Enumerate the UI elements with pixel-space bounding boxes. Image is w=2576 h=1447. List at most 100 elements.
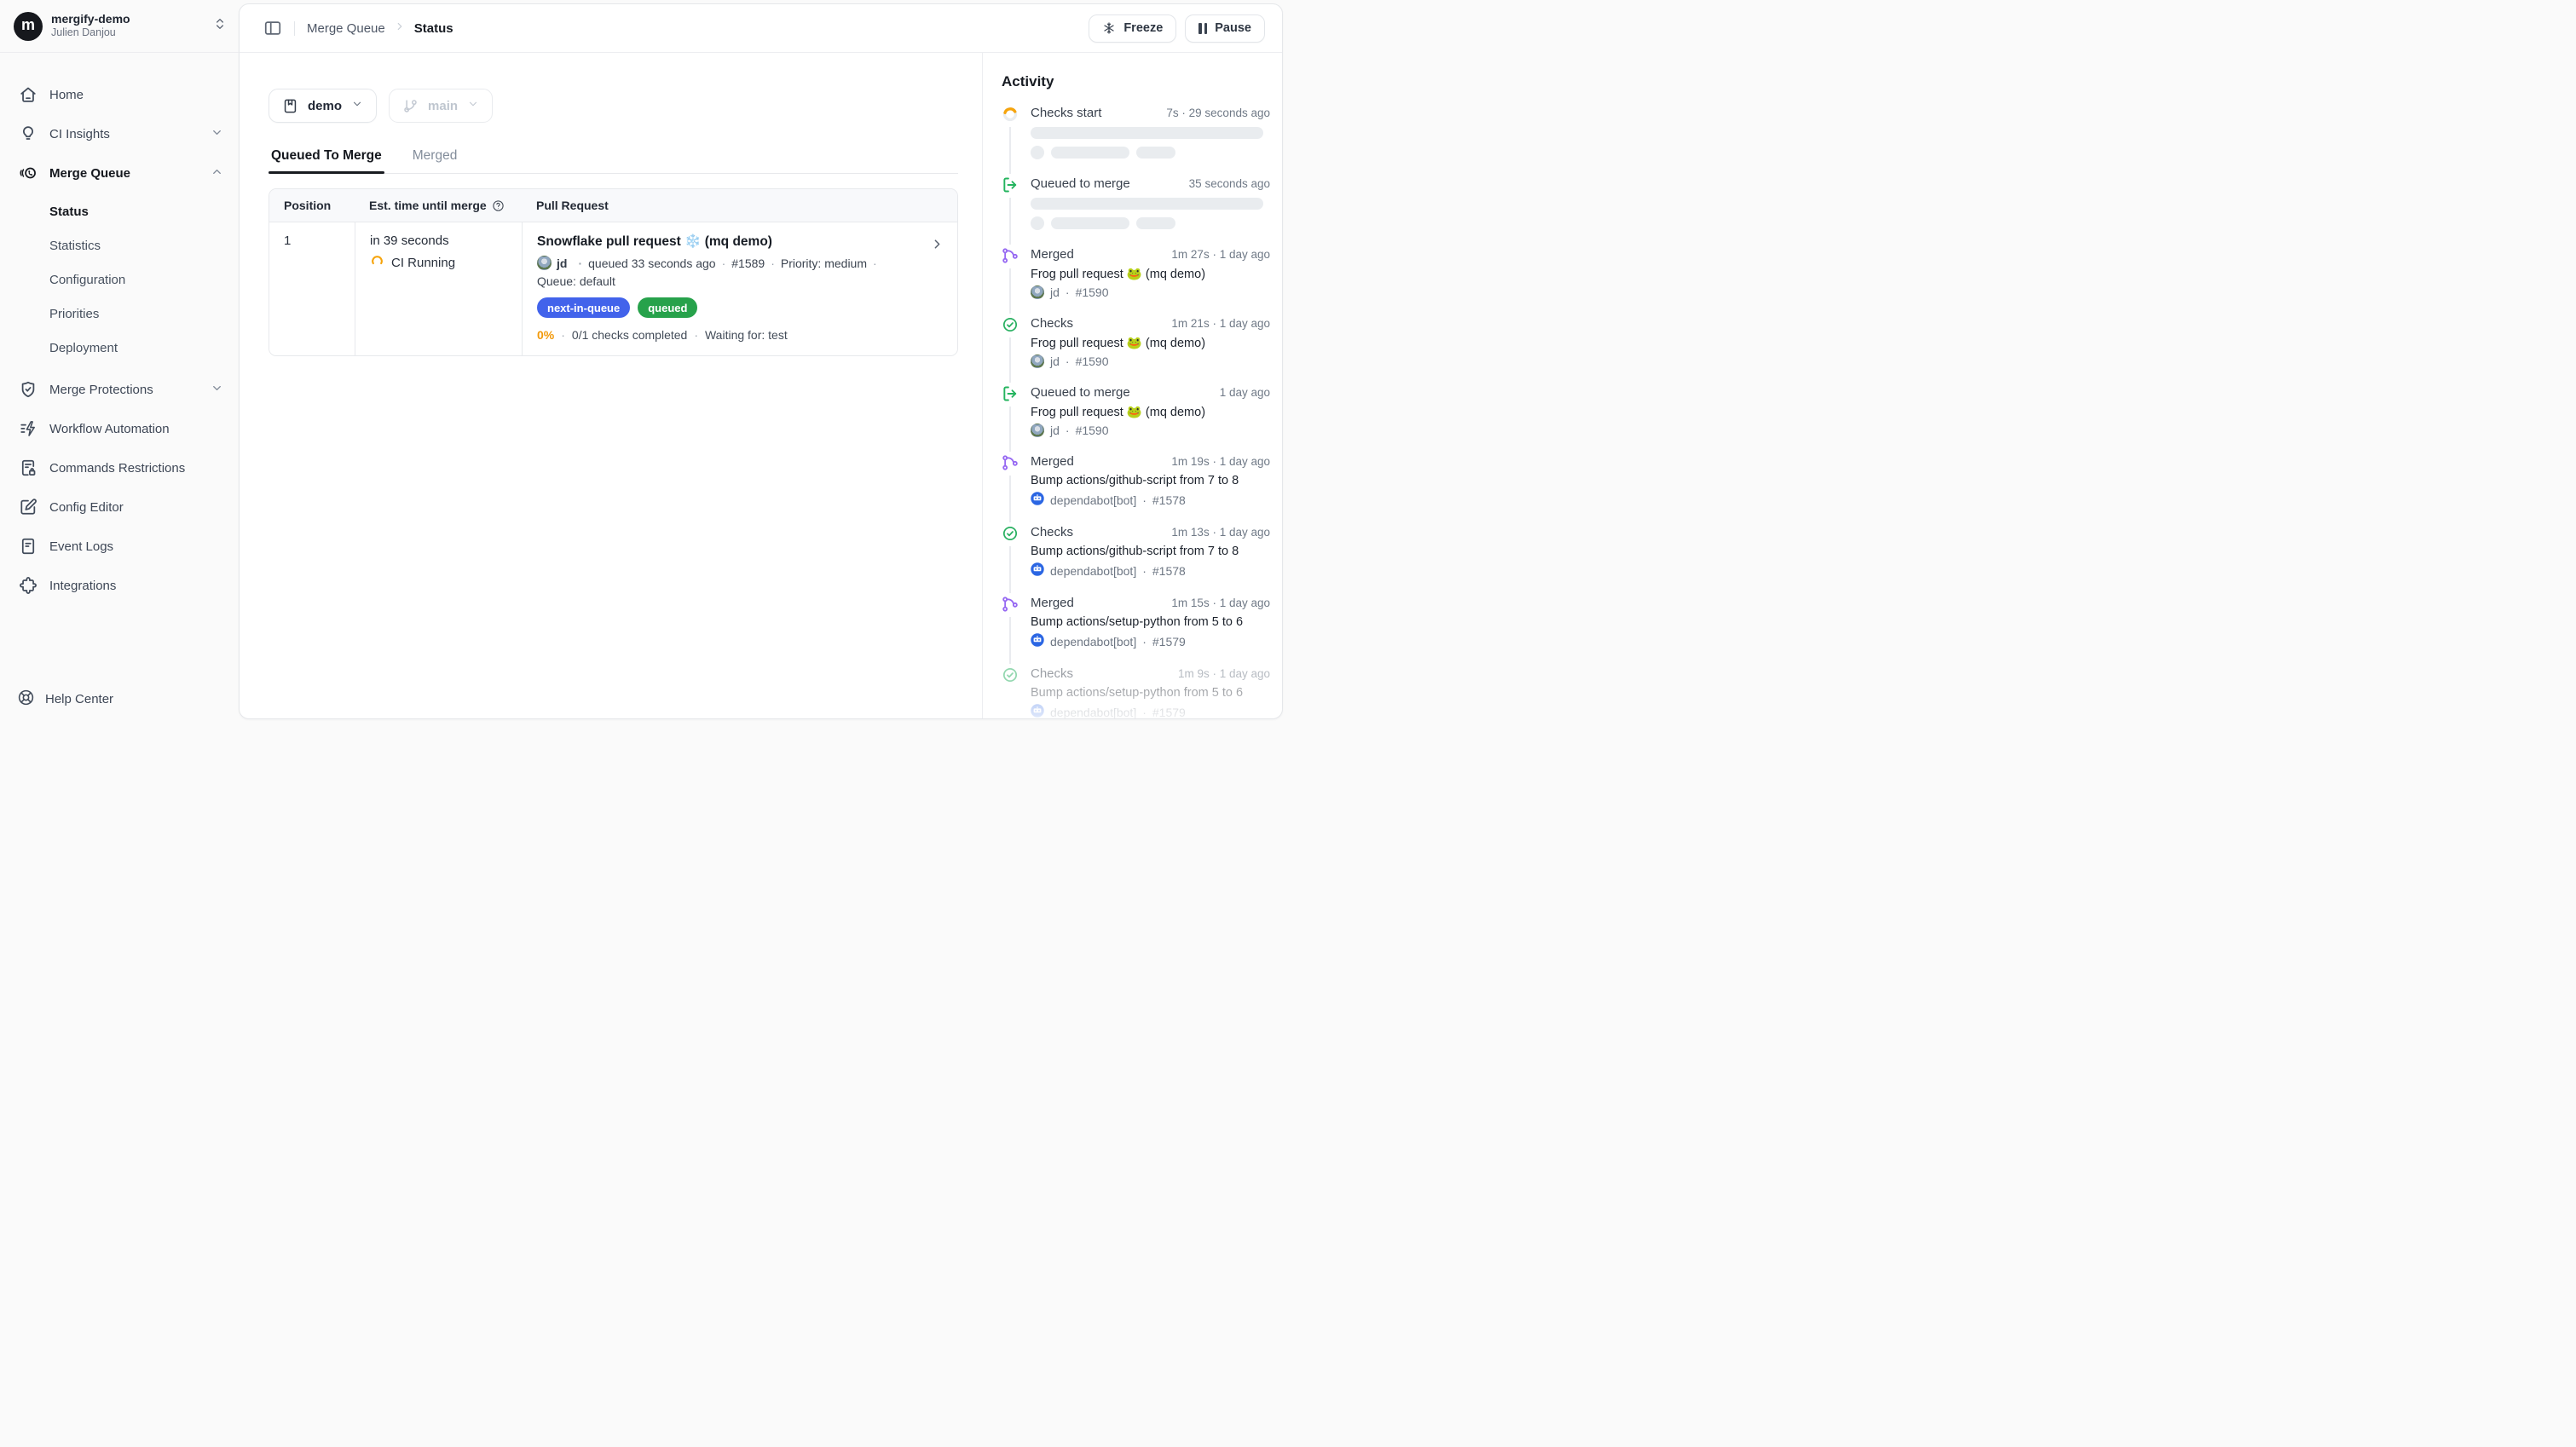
chevrons-up-down-icon xyxy=(213,17,227,35)
chevron-down-icon xyxy=(351,98,363,113)
event-pr-title[interactable]: Bump actions/github-script from 7 to 8 xyxy=(1031,545,1270,558)
sidebar-subitem-statistics[interactable]: Statistics xyxy=(0,228,239,262)
pause-button[interactable]: Pause xyxy=(1185,14,1265,43)
eta-value: in 39 seconds xyxy=(370,233,522,248)
queue-content: demo main Queued To Merge Merged Po xyxy=(240,53,982,718)
event-pr-number[interactable]: #1590 xyxy=(1076,424,1109,437)
event-time: 1m 13s · 1 day ago xyxy=(1171,526,1270,539)
event-pr-title[interactable]: Bump actions/setup-python from 5 to 6 xyxy=(1031,686,1270,700)
chevron-down-icon xyxy=(467,98,479,113)
event-pr-title[interactable]: Bump actions/github-script from 7 to 8 xyxy=(1031,474,1270,487)
event-pr-number[interactable]: #1578 xyxy=(1152,564,1186,578)
event-time: 1m 19s · 1 day ago xyxy=(1171,455,1270,468)
pr-number[interactable]: #1589 xyxy=(731,257,775,270)
jd-avatar xyxy=(537,256,552,270)
event-author: jd xyxy=(1050,285,1060,299)
breadcrumb: Merge Queue Status xyxy=(307,20,453,36)
breadcrumb-merge-queue[interactable]: Merge Queue xyxy=(307,21,385,36)
event-label: Queued to merge xyxy=(1031,176,1130,191)
dependabot-icon xyxy=(1031,492,1044,508)
pr-title[interactable]: Snowflake pull request ❄️ (mq demo) xyxy=(537,233,920,250)
life-buoy-icon xyxy=(17,689,35,710)
workflow-zap-icon xyxy=(19,419,38,438)
event-pr-title[interactable]: Frog pull request 🐸 (mq demo) xyxy=(1031,336,1270,350)
sidebar-item-ci-insights[interactable]: CI Insights xyxy=(0,114,239,153)
event-pr-number[interactable]: #1590 xyxy=(1076,355,1109,368)
repository-select[interactable]: demo xyxy=(269,89,377,123)
lightbulb-icon xyxy=(19,124,38,143)
event-pr-number[interactable]: #1590 xyxy=(1076,285,1109,299)
sidebar-subitem-priorities[interactable]: Priorities xyxy=(0,297,239,331)
activity-event-merged: Merged1m 27s · 1 day agoFrog pull reques… xyxy=(1002,247,1270,316)
event-label: Merged xyxy=(1031,454,1074,469)
sidebar-item-merge-queue[interactable]: Merge Queue xyxy=(0,153,239,193)
event-label: Checks xyxy=(1031,525,1073,539)
branch-select[interactable]: main xyxy=(389,89,493,123)
git-branch-icon xyxy=(402,98,419,114)
sidebar-nav: HomeCI InsightsMerge QueueStatusStatisti… xyxy=(0,53,239,605)
checks-waiting: Waiting for: test xyxy=(705,328,788,342)
event-pr-number[interactable]: #1578 xyxy=(1152,493,1186,507)
sidebar-item-config-editor[interactable]: Config Editor xyxy=(0,487,239,527)
merged-icon xyxy=(1002,247,1019,264)
event-author: dependabot[bot] xyxy=(1050,635,1136,649)
sidebar-item-workflow-automation[interactable]: Workflow Automation xyxy=(0,409,239,448)
sidebar-subitem-status[interactable]: Status xyxy=(0,194,239,228)
event-label: Checks xyxy=(1031,316,1073,331)
event-author: jd xyxy=(1050,424,1060,437)
sidebar-item-event-logs[interactable]: Event Logs xyxy=(0,527,239,566)
freeze-button[interactable]: Freeze xyxy=(1089,14,1176,43)
help-center-label: Help Center xyxy=(45,692,113,706)
tab-merged[interactable]: Merged xyxy=(410,148,460,173)
merged-icon xyxy=(1002,454,1019,471)
jd-avatar xyxy=(1031,285,1044,299)
checks-icon xyxy=(1002,666,1019,683)
event-pr-title[interactable]: Frog pull request 🐸 (mq demo) xyxy=(1031,405,1270,419)
tab-queued-to-merge[interactable]: Queued To Merge xyxy=(269,148,384,173)
row-expand-chevron-icon[interactable] xyxy=(930,237,944,256)
chevron-down-icon xyxy=(211,382,223,398)
activity-event-checks: Checks1m 9s · 1 day agoBump actions/setu… xyxy=(1002,666,1270,718)
help-circle-icon[interactable] xyxy=(492,199,505,212)
event-author: dependabot[bot] xyxy=(1050,564,1136,578)
sidebar-item-help-center[interactable]: Help Center xyxy=(17,689,113,710)
checks-start-icon xyxy=(1002,106,1019,123)
skeleton-bar xyxy=(1031,198,1263,210)
activity-event-queued: Queued to merge1 day agoFrog pull reques… xyxy=(1002,385,1270,454)
sidebar-item-home[interactable]: Home xyxy=(0,75,239,114)
event-label: Checks start xyxy=(1031,106,1101,120)
jd-avatar xyxy=(1031,355,1044,368)
sidebar-subitem-configuration[interactable]: Configuration xyxy=(0,262,239,297)
sidebar-item-merge-protections[interactable]: Merge Protections xyxy=(0,370,239,409)
event-pr-title[interactable]: Frog pull request 🐸 (mq demo) xyxy=(1031,267,1270,281)
queue-row[interactable]: 1 in 39 seconds CI Running Snowflake pul… xyxy=(269,222,957,355)
column-header-eta: Est. time until merge xyxy=(369,199,487,212)
org-switcher[interactable]: m mergify-demo Julien Danjou xyxy=(0,0,239,53)
checks-icon xyxy=(1002,316,1019,333)
dependabot-icon xyxy=(1031,633,1044,649)
sidebar: m mergify-demo Julien Danjou HomeCI Insi… xyxy=(0,0,239,724)
event-author: dependabot[bot] xyxy=(1050,706,1136,719)
pr-author[interactable]: jd xyxy=(537,256,582,270)
merge-queue-icon xyxy=(19,164,38,182)
checks-completed: 0/1 checks completed xyxy=(572,328,687,342)
file-text-icon xyxy=(19,537,38,556)
sidebar-toggle-button[interactable] xyxy=(263,19,282,37)
breadcrumb-current: Status xyxy=(414,21,453,36)
event-time: 1m 21s · 1 day ago xyxy=(1171,317,1270,330)
event-time: 35 seconds ago xyxy=(1189,177,1270,190)
event-pr-number[interactable]: #1579 xyxy=(1152,635,1186,649)
activity-event-checks: Checks 1m 13s · 1 day ago Bump actions/git… xyxy=(1002,525,1270,596)
sidebar-item-integrations[interactable]: Integrations xyxy=(0,566,239,605)
skeleton-avatar xyxy=(1031,146,1044,159)
event-pr-title[interactable]: Bump actions/setup-python from 5 to 6 xyxy=(1031,615,1270,629)
chevron-down-icon xyxy=(211,126,223,142)
event-pr-number[interactable]: #1579 xyxy=(1152,706,1186,719)
sidebar-subitem-deployment[interactable]: Deployment xyxy=(0,331,239,365)
activity-event-merged: Merged1m 15s · 1 day agoBump actions/set… xyxy=(1002,596,1270,666)
activity-event-checks-start: Checks start7s · 29 seconds ago xyxy=(1002,106,1270,176)
label-next-in-queue: next-in-queue xyxy=(537,297,630,318)
page-header: Merge Queue Status Freeze Pause xyxy=(240,4,1282,53)
pr-queued-time: queued 33 seconds ago xyxy=(588,257,725,270)
sidebar-item-commands-restrictions[interactable]: Commands Restrictions xyxy=(0,448,239,487)
